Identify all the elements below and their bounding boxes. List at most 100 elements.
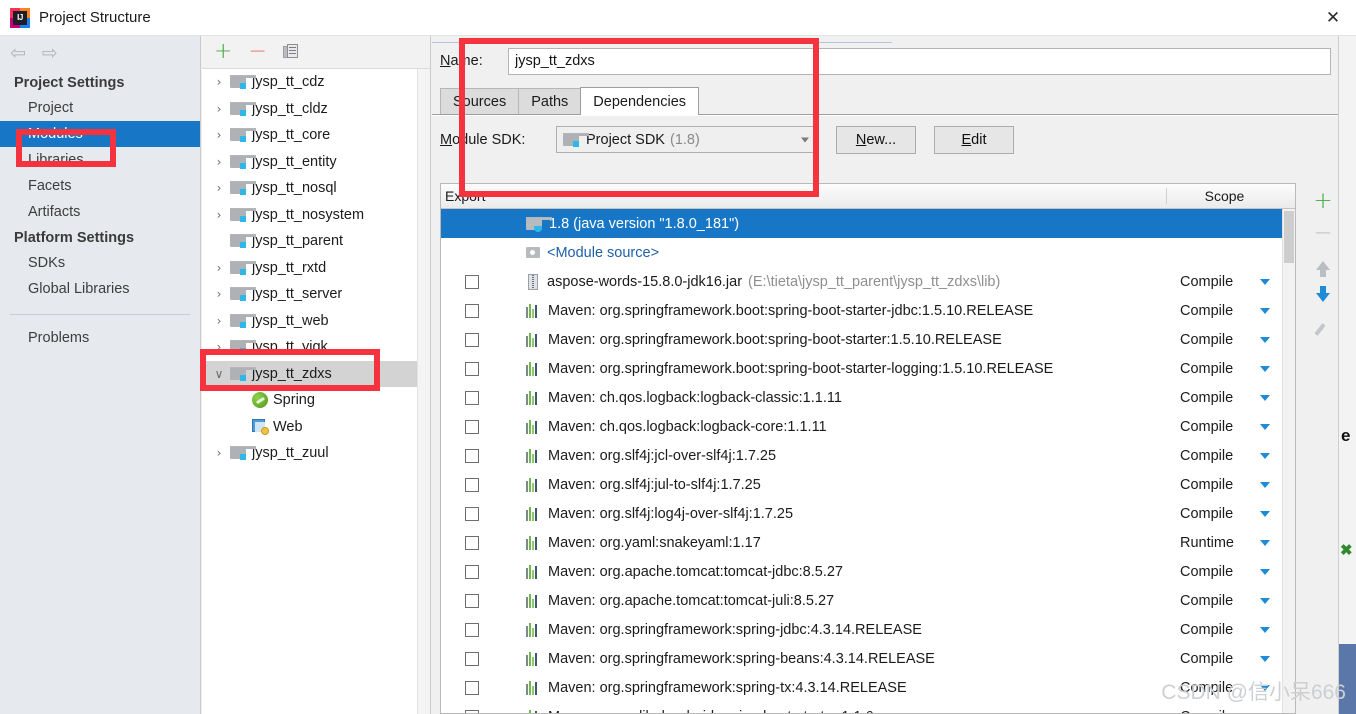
sidebar-item-facets[interactable]: Facets — [0, 173, 200, 199]
remove-dependency-button[interactable]: − — [1310, 221, 1336, 245]
module-sdk-select[interactable]: Project SDK (1.8) — [556, 126, 818, 153]
export-checkbox[interactable] — [465, 419, 479, 434]
scope-select[interactable]: Compile — [1166, 274, 1282, 290]
export-checkbox-cell[interactable] — [441, 477, 503, 492]
tree-node-jysp-tt-rxtd[interactable]: › jysp_tt_rxtd — [202, 255, 430, 282]
forward-icon[interactable]: ⇨ — [42, 43, 58, 63]
scope-select[interactable]: Compile — [1166, 448, 1282, 464]
chevron-right-icon[interactable]: › — [208, 128, 230, 142]
scope-select[interactable]: Compile — [1166, 622, 1282, 638]
table-row[interactable]: Maven: org.slf4j:log4j-over-slf4j:1.7.25… — [441, 499, 1295, 528]
export-checkbox[interactable] — [465, 709, 479, 713]
sidebar-item-modules[interactable]: Modules — [0, 121, 200, 147]
scope-select[interactable]: Compile — [1166, 390, 1282, 406]
sidebar-item-sdks[interactable]: SDKs — [0, 250, 200, 276]
chevron-right-icon[interactable]: › — [208, 155, 230, 169]
export-checkbox[interactable] — [465, 680, 479, 695]
export-checkbox-cell[interactable] — [441, 506, 503, 521]
export-checkbox[interactable] — [465, 332, 479, 347]
close-icon[interactable]: ✕ — [1310, 0, 1356, 36]
new-sdk-button[interactable]: New... — [836, 125, 916, 154]
export-checkbox[interactable] — [465, 361, 479, 376]
chevron-right-icon[interactable]: › — [208, 102, 230, 116]
edit-sdk-button[interactable]: Edit — [934, 125, 1014, 154]
table-row[interactable]: aspose-words-15.8.0-jdk16.jar (E:\tieta\j… — [441, 267, 1295, 296]
tree-scrollbar[interactable] — [417, 69, 430, 714]
sidebar-item-problems[interactable]: Problems — [0, 325, 200, 351]
dependencies-scrollbar[interactable] — [1282, 209, 1295, 713]
move-up-button[interactable] — [1310, 253, 1336, 277]
tree-node-jysp-tt-server[interactable]: › jysp_tt_server — [202, 281, 430, 308]
tree-node-jysp-tt-zuul[interactable]: › jysp_tt_zuul — [202, 440, 430, 467]
tree-node-jysp-tt-cdz[interactable]: › jysp_tt_cdz — [202, 69, 430, 96]
export-checkbox-cell[interactable] — [441, 622, 503, 637]
scope-select[interactable]: Compile — [1166, 361, 1282, 377]
export-checkbox[interactable] — [465, 274, 479, 289]
scope-select[interactable]: Compile — [1166, 593, 1282, 609]
export-checkbox[interactable] — [465, 506, 479, 521]
tab-dependencies[interactable]: Dependencies — [580, 87, 700, 115]
tree-node-jysp-tt-zdxs[interactable]: ∨ jysp_tt_zdxs — [202, 360, 430, 387]
export-checkbox[interactable] — [465, 477, 479, 492]
chevron-right-icon[interactable]: › — [208, 181, 230, 195]
export-checkbox-cell[interactable] — [441, 651, 503, 666]
export-checkbox[interactable] — [465, 651, 479, 666]
export-checkbox[interactable] — [465, 622, 479, 637]
scope-select[interactable]: Compile — [1166, 564, 1282, 580]
table-row[interactable]: Maven: org.springframework.boot:spring-b… — [441, 354, 1295, 383]
chevron-down-icon[interactable]: ∨ — [208, 367, 230, 381]
export-checkbox-cell[interactable] — [441, 593, 503, 608]
chevron-right-icon[interactable]: › — [208, 208, 230, 222]
column-header-scope[interactable]: Scope — [1166, 188, 1282, 204]
sidebar-item-libraries[interactable]: Libraries — [0, 147, 200, 173]
export-checkbox[interactable] — [465, 564, 479, 579]
table-row[interactable]: Maven: org.apache.tomcat:tomcat-juli:8.5… — [441, 586, 1295, 615]
export-checkbox-cell[interactable] — [441, 709, 503, 713]
export-checkbox-cell[interactable] — [441, 680, 503, 695]
export-checkbox[interactable] — [465, 390, 479, 405]
chevron-right-icon[interactable]: › — [208, 287, 230, 301]
chevron-right-icon[interactable]: › — [208, 314, 230, 328]
scope-select[interactable]: Compile — [1166, 332, 1282, 348]
remove-module-button[interactable]: − — [248, 41, 266, 63]
module-name-input[interactable] — [508, 47, 1331, 75]
tree-node-jysp-tt-parent[interactable]: jysp_tt_parent — [202, 228, 430, 255]
tab-paths[interactable]: Paths — [518, 88, 582, 114]
export-checkbox[interactable] — [465, 535, 479, 550]
sidebar-item-project[interactable]: Project — [0, 95, 200, 121]
chevron-right-icon[interactable]: › — [208, 75, 230, 89]
export-checkbox-cell[interactable] — [441, 303, 503, 318]
scope-select[interactable]: Compile — [1166, 651, 1282, 667]
scope-select[interactable]: Compile — [1166, 709, 1282, 714]
export-checkbox[interactable] — [465, 303, 479, 318]
scope-select[interactable]: Compile — [1166, 477, 1282, 493]
table-row[interactable]: <Module source> — [441, 238, 1295, 267]
export-checkbox-cell[interactable] — [441, 535, 503, 550]
tree-node-jysp-tt-nosystem[interactable]: › jysp_tt_nosystem — [202, 202, 430, 229]
sidebar-item-global-libraries[interactable]: Global Libraries — [0, 276, 200, 302]
tree-node-jysp-tt-core[interactable]: › jysp_tt_core — [202, 122, 430, 149]
export-checkbox-cell[interactable] — [441, 390, 503, 405]
table-row[interactable]: Maven: ch.qos.logback:logback-classic:1.… — [441, 383, 1295, 412]
scope-select[interactable]: Compile — [1166, 506, 1282, 522]
table-row[interactable]: Maven: org.slf4j:jul-to-slf4j:1.7.25 Comp… — [441, 470, 1295, 499]
export-checkbox-cell[interactable] — [441, 448, 503, 463]
scrollbar-thumb[interactable] — [1284, 211, 1294, 263]
copy-module-icon[interactable] — [282, 44, 299, 60]
table-row[interactable]: Maven: org.springframework:spring-jdbc:4… — [441, 615, 1295, 644]
tree-node-jysp-tt-nosql[interactable]: › jysp_tt_nosql — [202, 175, 430, 202]
back-icon[interactable]: ⇦ — [10, 43, 26, 63]
table-row[interactable]: Maven: org.slf4j:jcl-over-slf4j:1.7.25 Co… — [441, 441, 1295, 470]
add-dependency-button[interactable]: + — [1310, 189, 1336, 213]
tree-node-web[interactable]: Web — [202, 414, 430, 441]
export-checkbox-cell[interactable] — [441, 274, 503, 289]
table-row[interactable]: 1.8 (java version "1.8.0_181") — [441, 209, 1295, 238]
table-row[interactable]: Maven: org.springframework.boot:spring-b… — [441, 296, 1295, 325]
scope-select[interactable]: Compile — [1166, 419, 1282, 435]
export-checkbox-cell[interactable] — [441, 361, 503, 376]
table-row[interactable]: Maven: org.springframework.boot:spring-b… — [441, 325, 1295, 354]
edit-dependency-button[interactable] — [1310, 317, 1336, 341]
chevron-right-icon[interactable]: › — [208, 340, 230, 354]
export-checkbox[interactable] — [465, 593, 479, 608]
tab-sources[interactable]: Sources — [440, 88, 520, 114]
